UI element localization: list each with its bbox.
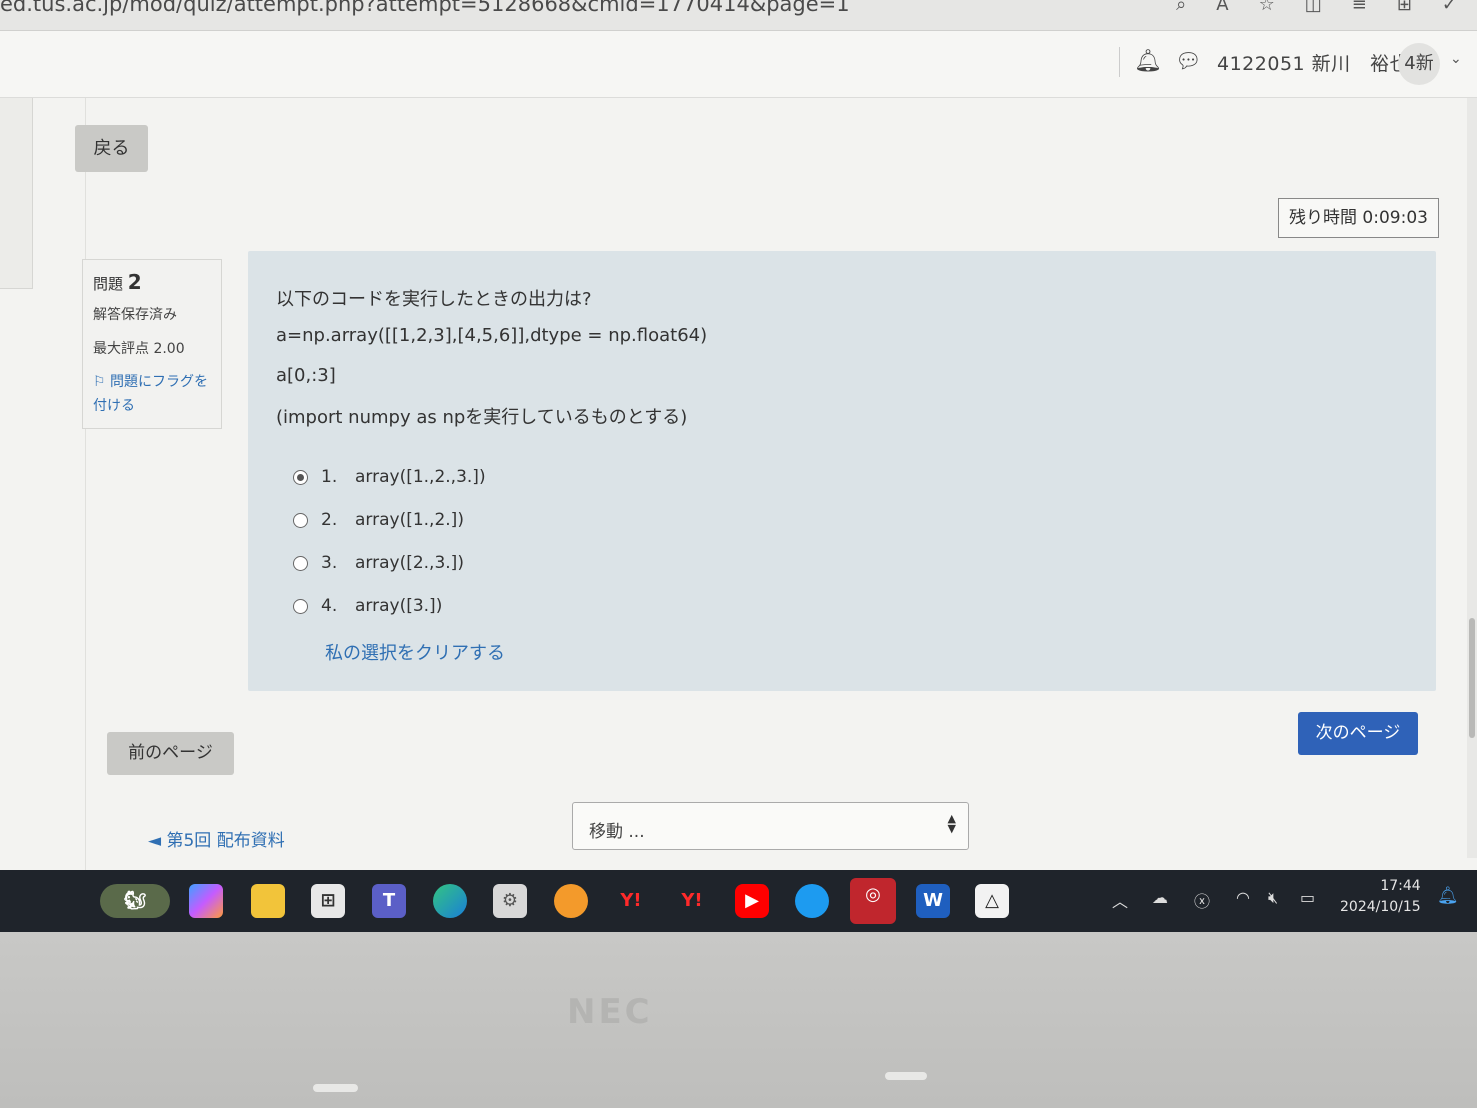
page-scrollbar[interactable] — [1467, 98, 1477, 858]
question-number: 問題 2 — [93, 270, 211, 294]
chevron-up-icon[interactable]: ︿ — [1112, 888, 1128, 912]
word-icon[interactable]: W — [916, 884, 950, 918]
split-screen-icon[interactable]: ◫ — [1305, 0, 1322, 15]
extensions-icon[interactable]: ✓ — [1442, 0, 1457, 15]
avatar[interactable]: 4新 — [1398, 43, 1440, 85]
jump-select-value: 移動 ... — [589, 822, 645, 842]
browser-address-bar[interactable]: ed.tus.ac.jp/mod/quiz/attempt.php?attemp… — [0, 0, 1477, 31]
question-code-line: a=np.array([[1,2,3],[4,5,6]],dtype = np.… — [276, 325, 708, 346]
option-text[interactable]: array([1.,2.]) — [355, 510, 464, 530]
select-arrows-icon: ▲ ▼ — [947, 812, 956, 835]
youtube-icon[interactable]: ▶ — [735, 884, 769, 918]
moodle-top-navbar: 🔔︎ 💬︎ 4122051 新川 裕也 4新 ⌄ — [0, 31, 1477, 98]
option-text[interactable]: array([2.,3.]) — [355, 553, 464, 573]
flag-question-label[interactable]: 問題にフラグを付ける — [93, 374, 208, 414]
settings-icon[interactable]: ⚙ — [493, 884, 527, 918]
question-content-box: 以下のコードを実行したときの出力は? a=np.array([[1,2,3],[… — [248, 251, 1436, 691]
edge-icon[interactable] — [433, 884, 467, 918]
copilot-icon[interactable] — [189, 884, 223, 918]
question-label: 問題 — [93, 275, 124, 293]
search-icon[interactable]: ⌕ — [1176, 0, 1186, 15]
question-state: 解答保存済み — [93, 307, 177, 323]
option-number: 3. — [321, 553, 338, 573]
radio-button-selected[interactable] — [293, 469, 308, 485]
question-max-mark: 最大評点 2.00 — [93, 341, 185, 357]
radio-button[interactable] — [293, 512, 308, 528]
answer-option-1[interactable]: 1. array([1.,2.,3.]) — [293, 467, 486, 487]
address-url[interactable]: ed.tus.ac.jp/mod/quiz/attempt.php?attemp… — [0, 0, 850, 16]
answer-option-4[interactable]: 4. array([3.]) — [293, 596, 442, 616]
left-drawer-panel — [0, 98, 33, 289]
back-button[interactable]: 戻る — [75, 125, 148, 172]
close-circle-icon[interactable]: ⓧ — [1194, 888, 1210, 912]
laptop-bezel: NEC — [0, 932, 1477, 1108]
windows-taskbar: 🐿︎ ⊞ T ⚙ Y! Y! ▶ ◎ W △ ︿ ☁ ⓧ ◠ 🔇︎ ▭ 17:4… — [0, 870, 1477, 932]
clock-time: 17:44 — [1380, 878, 1421, 894]
answer-option-3[interactable]: 3. array([2.,3.]) — [293, 553, 464, 573]
read-aloud-icon[interactable]: A — [1216, 0, 1228, 15]
radio-button[interactable] — [293, 598, 308, 614]
yahoo-icon[interactable]: Y! — [614, 884, 648, 918]
trend-micro-icon[interactable]: ◎ — [850, 878, 896, 924]
quiz-timer: 残り時間 0:09:03 — [1278, 198, 1439, 238]
notification-bell-icon[interactable]: 🔔︎ — [1437, 886, 1459, 906]
volume-muted-icon[interactable]: 🔇︎ — [1268, 888, 1278, 908]
scrollbar-thumb[interactable] — [1469, 618, 1475, 738]
bezel-foot — [313, 1084, 358, 1092]
app-icon[interactable]: △ — [975, 884, 1009, 918]
collections-icon[interactable]: ⊞ — [1397, 0, 1412, 15]
clear-choice-link[interactable]: 私の選択をクリアする — [325, 639, 505, 665]
chat-icon[interactable]: 💬︎ — [1175, 49, 1202, 74]
radio-button[interactable] — [293, 555, 308, 571]
question-number-value: 2 — [127, 270, 142, 294]
browser-app-icon[interactable] — [554, 884, 588, 918]
option-text[interactable]: array([1.,2.,3.]) — [355, 467, 486, 487]
option-number: 2. — [321, 510, 338, 530]
laptop-brand-logo: NEC — [567, 992, 653, 1032]
widgets-icon[interactable]: 🐿︎ — [100, 884, 170, 918]
taskbar-clock[interactable]: 17:44 2024/10/15 — [1340, 876, 1421, 918]
question-note-line: (import numpy as npを実行しているものとする) — [276, 407, 688, 428]
option-number: 1. — [321, 467, 338, 487]
question-info-panel: 問題 2 解答保存済み 最大評点 2.00 ⚐ 問題にフラグを付ける — [82, 259, 222, 429]
content-divider — [85, 98, 86, 878]
bezel-foot — [885, 1072, 927, 1080]
file-explorer-icon[interactable] — [251, 884, 285, 918]
previous-activity-link[interactable]: ◄ 第5回 配布資料 — [148, 826, 285, 851]
chevron-down-icon[interactable]: ⌄ — [1450, 51, 1462, 67]
option-number: 4. — [321, 596, 338, 616]
user-name[interactable]: 4122051 新川 裕也 — [1217, 49, 1409, 76]
twitter-icon[interactable] — [795, 884, 829, 918]
flag-icon: ⚐ — [93, 374, 111, 390]
microsoft-store-icon[interactable]: ⊞ — [311, 884, 345, 918]
jump-to-activity-select[interactable]: 移動 ... ▲ ▼ — [572, 802, 969, 850]
battery-icon[interactable]: ▭ — [1300, 888, 1315, 907]
wifi-icon[interactable]: ◠ — [1236, 888, 1250, 907]
yahoo-icon[interactable]: Y! — [675, 884, 709, 918]
flag-question-link[interactable]: ⚐ 問題にフラグを付ける — [93, 370, 211, 418]
browser-toolbar-icons: ⌕ A ☆ ◫ ≡ ⊞ ✓ — [1176, 0, 1457, 15]
bell-icon[interactable]: 🔔︎ — [1134, 49, 1162, 74]
favorite-star-icon[interactable]: ☆ — [1259, 0, 1275, 15]
answer-option-2[interactable]: 2. array([1.,2.]) — [293, 510, 464, 530]
clock-date: 2024/10/15 — [1340, 899, 1421, 915]
option-text[interactable]: array([3.]) — [355, 596, 442, 616]
favorites-list-icon[interactable]: ≡ — [1352, 0, 1367, 15]
navbar-divider — [1119, 47, 1120, 77]
teams-icon[interactable]: T — [372, 884, 406, 918]
question-text-line: 以下のコードを実行したときの出力は? — [276, 289, 592, 310]
question-code-line: a[0,:3] — [276, 365, 336, 386]
previous-page-button[interactable]: 前のページ — [107, 732, 234, 775]
cloud-icon[interactable]: ☁ — [1152, 888, 1168, 907]
screen: ed.tus.ac.jp/mod/quiz/attempt.php?attemp… — [0, 0, 1477, 940]
next-page-button[interactable]: 次のページ — [1298, 712, 1418, 755]
